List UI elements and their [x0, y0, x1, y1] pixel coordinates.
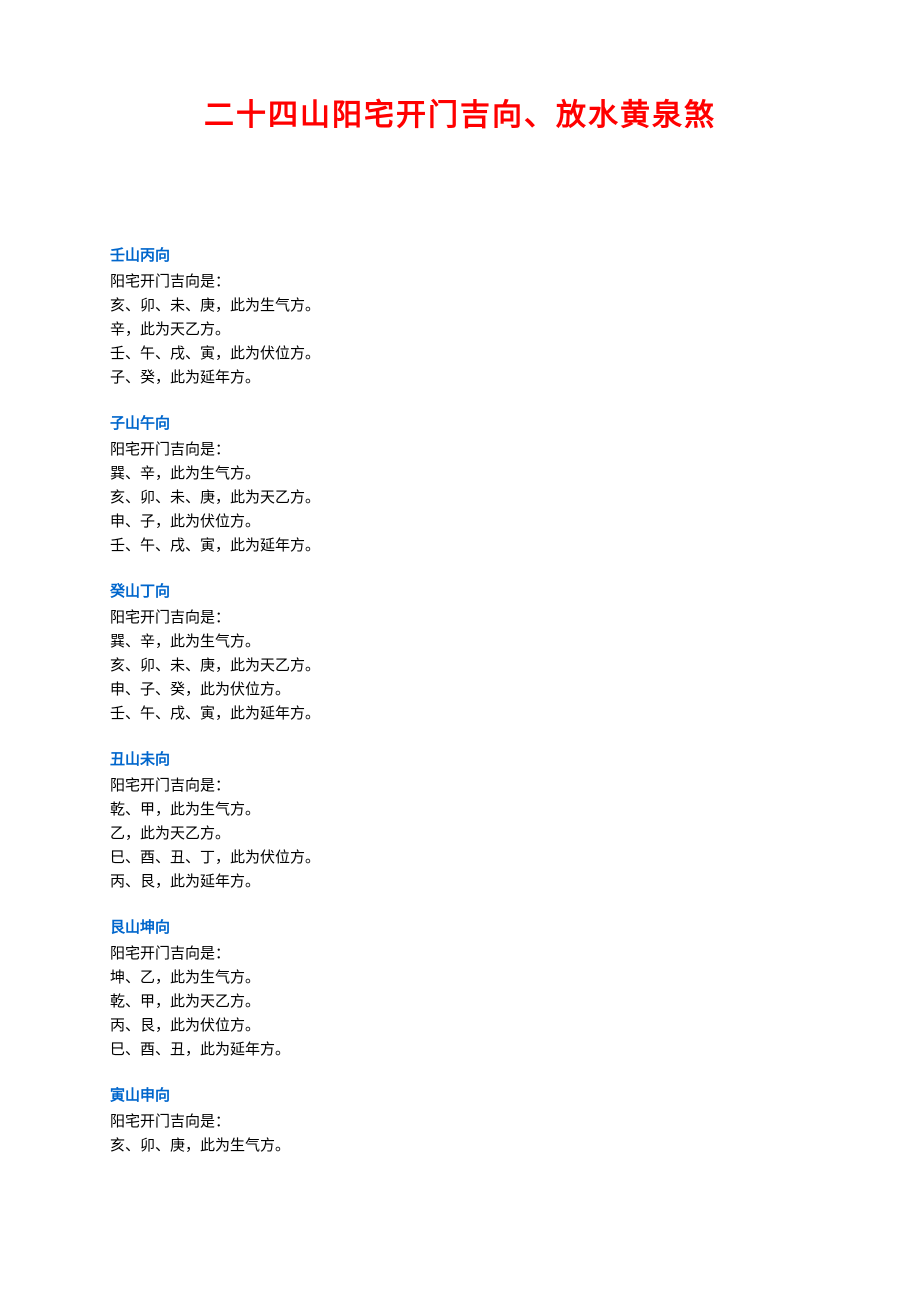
- content-line: 子、癸，此为延年方。: [110, 366, 810, 390]
- content-line: 乾、甲，此为天乙方。: [110, 990, 810, 1014]
- content-line: 辛，此为天乙方。: [110, 318, 810, 342]
- content-line: 阳宅开门吉向是：: [110, 942, 810, 966]
- content-line: 巽、辛，此为生气方。: [110, 462, 810, 486]
- content-line: 亥、卯、未、庚，此为天乙方。: [110, 654, 810, 678]
- content-line: 乙，此为天乙方。: [110, 822, 810, 846]
- section-heading: 艮山坤向: [110, 916, 810, 937]
- section-0: 壬山丙向 阳宅开门吉向是： 亥、卯、未、庚，此为生气方。 辛，此为天乙方。 壬、…: [110, 244, 810, 390]
- content-line: 乾、甲，此为生气方。: [110, 798, 810, 822]
- section-heading: 壬山丙向: [110, 244, 810, 265]
- content-line: 阳宅开门吉向是：: [110, 438, 810, 462]
- content-line: 巽、辛，此为生气方。: [110, 630, 810, 654]
- section-1: 子山午向 阳宅开门吉向是： 巽、辛，此为生气方。 亥、卯、未、庚，此为天乙方。 …: [110, 412, 810, 558]
- content-line: 壬、午、戌、寅，此为伏位方。: [110, 342, 810, 366]
- content-line: 阳宅开门吉向是：: [110, 270, 810, 294]
- section-3: 丑山未向 阳宅开门吉向是： 乾、甲，此为生气方。 乙，此为天乙方。 巳、酉、丑、…: [110, 748, 810, 894]
- section-heading: 癸山丁向: [110, 580, 810, 601]
- content-line: 阳宅开门吉向是：: [110, 774, 810, 798]
- section-heading: 丑山未向: [110, 748, 810, 769]
- content-line: 亥、卯、未、庚，此为生气方。: [110, 294, 810, 318]
- content-line: 申、子，此为伏位方。: [110, 510, 810, 534]
- section-heading: 子山午向: [110, 412, 810, 433]
- content-line: 丙、艮，此为伏位方。: [110, 1014, 810, 1038]
- section-2: 癸山丁向 阳宅开门吉向是： 巽、辛，此为生气方。 亥、卯、未、庚，此为天乙方。 …: [110, 580, 810, 726]
- document-title: 二十四山阳宅开门吉向、放水黄泉煞: [110, 90, 810, 134]
- content-line: 阳宅开门吉向是：: [110, 606, 810, 630]
- content-line: 亥、卯、庚，此为生气方。: [110, 1134, 810, 1158]
- content-line: 壬、午、戌、寅，此为延年方。: [110, 702, 810, 726]
- content-line: 申、子、癸，此为伏位方。: [110, 678, 810, 702]
- content-line: 阳宅开门吉向是：: [110, 1110, 810, 1134]
- content-line: 壬、午、戌、寅，此为延年方。: [110, 534, 810, 558]
- section-heading: 寅山申向: [110, 1084, 810, 1105]
- content-line: 巳、酉、丑，此为延年方。: [110, 1038, 810, 1062]
- section-5: 寅山申向 阳宅开门吉向是： 亥、卯、庚，此为生气方。: [110, 1084, 810, 1158]
- content-line: 坤、乙，此为生气方。: [110, 966, 810, 990]
- section-4: 艮山坤向 阳宅开门吉向是： 坤、乙，此为生气方。 乾、甲，此为天乙方。 丙、艮，…: [110, 916, 810, 1062]
- content-line: 亥、卯、未、庚，此为天乙方。: [110, 486, 810, 510]
- content-line: 巳、酉、丑、丁，此为伏位方。: [110, 846, 810, 870]
- content-line: 丙、艮，此为延年方。: [110, 870, 810, 894]
